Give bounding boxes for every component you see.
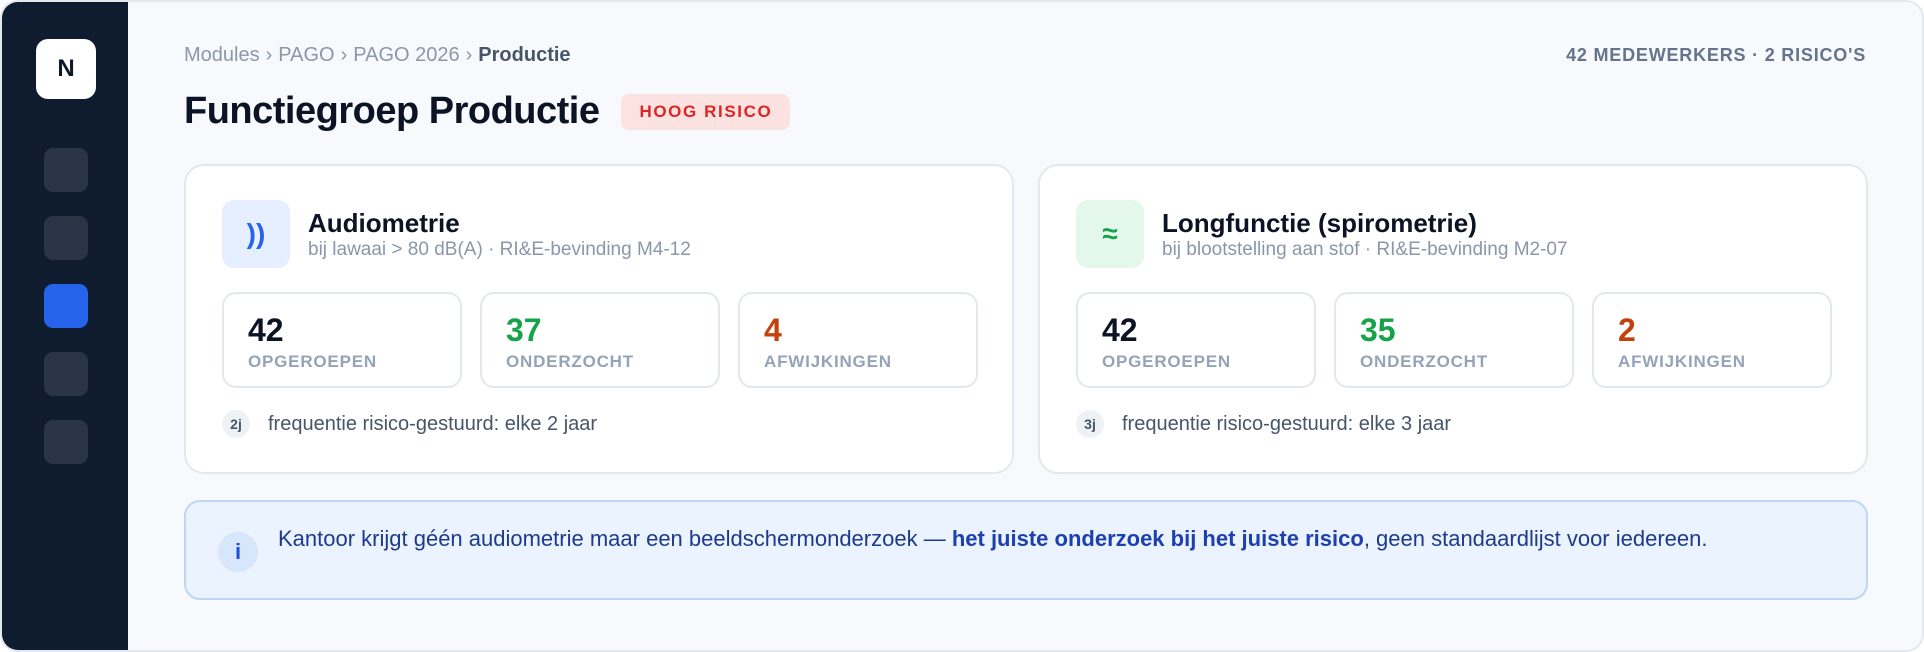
info-text-end: , geen standaardlijst voor iedereen. — [1363, 526, 1708, 551]
sound-waves-icon: )) — [222, 200, 290, 268]
stat-onderzocht: 37 ONDERZOCHT — [480, 292, 720, 388]
frequency-row: 2j frequentie risico-gestuurd: elke 2 ja… — [222, 410, 597, 438]
frequency-row: 3j frequentie risico-gestuurd: elke 3 ja… — [1076, 410, 1451, 438]
info-text-start: Kantoor krijgt géén audiometrie maar een… — [278, 526, 952, 551]
sidebar: N — [2, 2, 128, 650]
breadcrumb-pago[interactable]: PAGO — [278, 44, 334, 66]
stat-opgeroepen: 42 OPGEROEPEN — [1076, 292, 1316, 388]
stat-label: ONDERZOCHT — [1360, 352, 1488, 371]
stat-label: OPGEROEPEN — [1102, 352, 1231, 371]
risk-badge: HOOG RISICO — [621, 93, 791, 130]
frequency-text: frequentie risico-gestuurd: elke 2 jaar — [268, 412, 598, 435]
stat-label: AFWIJKINGEN — [764, 352, 892, 371]
breadcrumb-current: Productie — [478, 44, 571, 66]
frequency-badge: 3j — [1076, 410, 1104, 438]
frequency-text: frequentie risico-gestuurd: elke 3 jaar — [1122, 412, 1452, 435]
sidebar-item-4[interactable] — [44, 352, 88, 396]
info-icon: i — [218, 532, 258, 572]
stat-label: OPGEROEPEN — [248, 352, 377, 371]
sidebar-item-1[interactable] — [44, 148, 88, 192]
exam-card-longfunctie[interactable]: ≈ Longfunctie (spirometrie) bij blootste… — [1038, 164, 1868, 474]
exam-card-audiometrie[interactable]: )) Audiometrie bij lawaai > 80 dB(A) · R… — [184, 164, 1014, 474]
stat-opgeroepen: 42 OPGEROEPEN — [222, 292, 462, 388]
page-title: Functiegroep Productie — [184, 90, 600, 132]
card-subtitle: bij blootstelling aan stof · RI&E-bevind… — [1162, 239, 1568, 260]
sidebar-item-3-active[interactable] — [44, 284, 88, 328]
card-title: Longfunctie (spirometrie) — [1162, 208, 1477, 238]
breadcrumb: Modules › PAGO › PAGO 2026 › Productie — [184, 44, 571, 67]
stat-value: 4 — [764, 312, 782, 348]
breadcrumb-separator: › — [340, 44, 348, 66]
stat-value: 2 — [1618, 312, 1636, 348]
info-callout: i Kantoor krijgt géén audiometrie maar e… — [184, 500, 1868, 600]
stat-label: AFWIJKINGEN — [1618, 352, 1746, 371]
stat-afwijkingen: 4 AFWIJKINGEN — [738, 292, 978, 388]
main-content: Modules › PAGO › PAGO 2026 › Productie 42 MEDE… — [128, 2, 1922, 650]
stat-afwijkingen: 2 AFWIJKINGEN — [1592, 292, 1832, 388]
info-text-emphasis: het juiste onderzoek bij het juiste risi… — [951, 526, 1364, 551]
stat-label: ONDERZOCHT — [506, 352, 634, 371]
card-subtitle: bij lawaai > 80 dB(A) · RI&E-bevinding M… — [308, 239, 691, 260]
breadcrumb-pago-2026[interactable]: PAGO 2026 — [353, 44, 459, 66]
card-title: Audiometrie — [308, 208, 460, 238]
summary-counts: 42 MEDEWERKERS · 2 RISICO'S — [1566, 45, 1866, 65]
app-window: N Modules › PAGO › PAGO 2026 › Productie 42 ME… — [0, 0, 1924, 652]
breadcrumb-modules[interactable]: Modules — [184, 44, 260, 66]
frequency-badge: 2j — [222, 410, 250, 438]
sidebar-item-5[interactable] — [44, 420, 88, 464]
stat-onderzocht: 35 ONDERZOCHT — [1334, 292, 1574, 388]
stat-value: 35 — [1360, 312, 1396, 348]
stat-value: 42 — [1102, 312, 1138, 348]
sidebar-item-2[interactable] — [44, 216, 88, 260]
title-row: Functiegroep Productie HOOG RISICO — [184, 90, 791, 133]
breadcrumb-separator: › — [465, 44, 473, 66]
info-text: Kantoor krijgt géén audiometrie maar een… — [278, 526, 1818, 552]
stat-value: 42 — [248, 312, 284, 348]
app-logo[interactable]: N — [36, 39, 96, 99]
stat-value: 37 — [506, 312, 542, 348]
airflow-icon: ≈ — [1076, 200, 1144, 268]
breadcrumb-separator: › — [265, 44, 273, 66]
